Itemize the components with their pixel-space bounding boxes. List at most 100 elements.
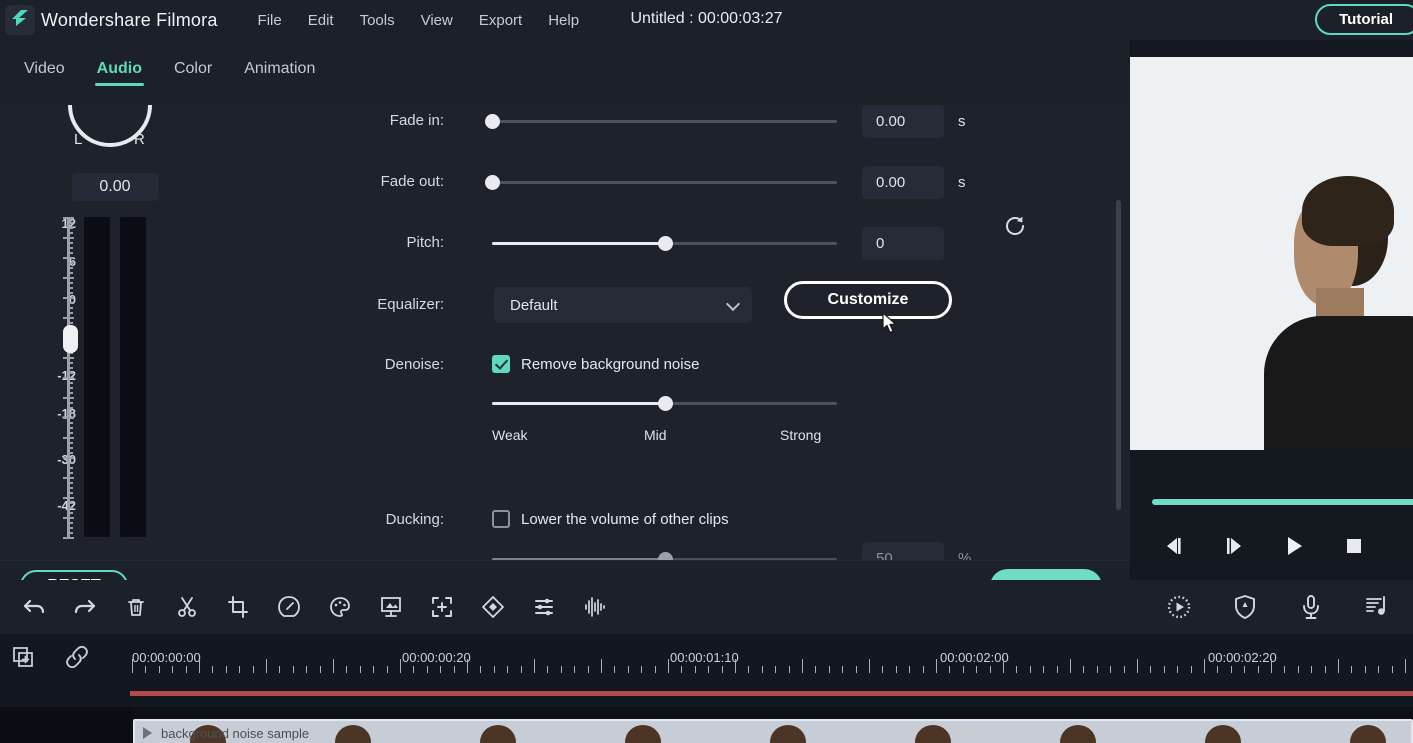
tab-audio[interactable]: Audio	[94, 54, 145, 92]
pitch-slider-thumb[interactable]	[657, 236, 673, 251]
stop-button[interactable]	[1342, 534, 1366, 558]
fade-in-value[interactable]: 0.00	[862, 105, 944, 138]
ruler-tick	[1029, 666, 1031, 673]
ducking-checkbox[interactable]	[492, 510, 510, 528]
ducking-value[interactable]: 50	[862, 542, 944, 560]
meter-tick	[67, 442, 73, 444]
scissors-icon[interactable]	[173, 593, 201, 621]
previous-frame-button[interactable]	[1162, 534, 1186, 558]
ruler-tick	[560, 666, 562, 673]
meter-tick	[67, 372, 73, 374]
fade-out-value[interactable]: 0.00	[862, 166, 944, 199]
meter-tick	[67, 367, 73, 369]
meter-tick	[67, 487, 73, 489]
fade-in-slider-thumb[interactable]	[485, 114, 500, 129]
pitch-value[interactable]: 0	[862, 227, 944, 260]
duplicate-plus-icon[interactable]	[10, 644, 36, 670]
ruler-tick	[319, 666, 321, 673]
audio-property-panel: Video Audio Color Animation L R 0.00 12 …	[0, 40, 1130, 610]
ruler-tick	[761, 666, 763, 673]
music-note-list-icon[interactable]	[1363, 593, 1391, 621]
timeline-clip[interactable]: background noise sample	[133, 719, 1413, 743]
row-ducking: Ducking: Lower the volume of other clips…	[222, 500, 1102, 560]
shield-icon[interactable]	[1231, 593, 1259, 621]
ruler-tick	[386, 666, 388, 673]
meter-tick	[67, 527, 73, 529]
chain-link-icon[interactable]	[64, 644, 90, 670]
ruler-tick	[1177, 666, 1179, 673]
audio-waveform-icon[interactable]	[581, 593, 609, 621]
menu-edit[interactable]: Edit	[308, 12, 334, 29]
menu-help[interactable]: Help	[548, 12, 579, 29]
volume-fader-thumb[interactable]	[63, 325, 78, 353]
redo-arrow-icon[interactable]	[71, 593, 99, 621]
ruler-tick	[252, 666, 254, 673]
tutorial-button[interactable]: Tutorial	[1315, 4, 1413, 35]
meter-tick	[67, 447, 73, 449]
denoise-reset-button[interactable]	[1002, 213, 1028, 239]
next-frame-button[interactable]	[1222, 534, 1246, 558]
ruler-tick	[721, 666, 723, 673]
clip-thumbnail	[860, 721, 1005, 743]
timeline-ruler[interactable]: 00:00:00:00 00:00:00:20 00:00:01:10 00:0…	[130, 634, 1413, 694]
speedometer-icon[interactable]	[275, 593, 303, 621]
meter-tick	[63, 537, 74, 539]
undo-arrow-icon[interactable]	[20, 593, 48, 621]
sliders-icon[interactable]	[530, 593, 558, 621]
ruler-tick	[681, 666, 683, 673]
ruler-tick	[815, 666, 817, 673]
ruler-tick	[735, 659, 736, 673]
ruler-tick	[1311, 666, 1313, 673]
ruler-tick	[212, 666, 214, 673]
ruler-tick	[373, 666, 375, 673]
denoise-label-mid: Mid	[644, 427, 667, 443]
clip-name-label: background noise sample	[161, 726, 310, 741]
audio-settings-form: Fade in: 0.00 s Fade out: 0.00 s Pitch: …	[222, 105, 1130, 560]
menu-tools[interactable]: Tools	[360, 12, 395, 29]
meter-tick	[67, 232, 73, 234]
tab-color[interactable]: Color	[172, 54, 214, 92]
expand-triangle-icon[interactable]	[143, 727, 152, 739]
ruler-tick	[788, 666, 790, 673]
equalizer-select[interactable]: Default	[494, 287, 752, 323]
menu-view[interactable]: View	[421, 12, 453, 29]
menu-export[interactable]: Export	[479, 12, 522, 29]
denoise-slider[interactable]	[492, 396, 837, 411]
pitch-slider[interactable]	[492, 236, 837, 251]
denoise-checkbox[interactable]	[492, 355, 510, 373]
crop-icon[interactable]	[224, 593, 252, 621]
ruler-tick	[748, 666, 750, 673]
microphone-icon[interactable]	[1297, 593, 1325, 621]
tab-animation[interactable]: Animation	[242, 54, 317, 92]
ducking-checkbox-row[interactable]: Lower the volume of other clips	[492, 510, 729, 528]
denoise-slider-thumb[interactable]	[657, 396, 673, 411]
ducking-slider-thumb[interactable]	[657, 552, 673, 560]
video-preview[interactable]	[1130, 57, 1413, 450]
panel-scrollbar[interactable]	[1116, 200, 1121, 510]
denoise-label-strong: Strong	[780, 427, 822, 443]
ruler-tick	[1110, 666, 1112, 673]
ruler-tick	[627, 666, 629, 673]
reframe-brackets-icon[interactable]	[428, 593, 456, 621]
menu-file[interactable]: File	[258, 12, 282, 29]
fade-out-slider[interactable]	[485, 175, 837, 190]
denoise-label: Denoise:	[384, 356, 444, 373]
color-palette-icon[interactable]	[326, 593, 354, 621]
play-button[interactable]	[1282, 534, 1306, 558]
meter-tick	[67, 262, 73, 264]
preview-progress-track[interactable]	[1130, 495, 1413, 511]
chroma-key-icon[interactable]	[377, 593, 405, 621]
trash-icon[interactable]	[122, 593, 150, 621]
keyframe-diamond-icon[interactable]	[479, 593, 507, 621]
balance-knob[interactable]: L R	[56, 105, 166, 153]
fade-out-slider-thumb[interactable]	[485, 175, 500, 190]
fade-in-slider[interactable]	[485, 114, 837, 129]
dotted-play-circle-icon[interactable]	[1165, 593, 1193, 621]
ruler-tick	[1123, 666, 1125, 673]
balance-value-field[interactable]: 0.00	[72, 173, 158, 201]
denoise-checkbox-label: Remove background noise	[521, 355, 700, 373]
ruler-time-0: 00:00:00:00	[132, 650, 201, 665]
denoise-checkbox-row[interactable]: Remove background noise	[492, 355, 699, 373]
tab-video[interactable]: Video	[22, 54, 67, 92]
customize-button[interactable]: Customize	[784, 281, 952, 319]
